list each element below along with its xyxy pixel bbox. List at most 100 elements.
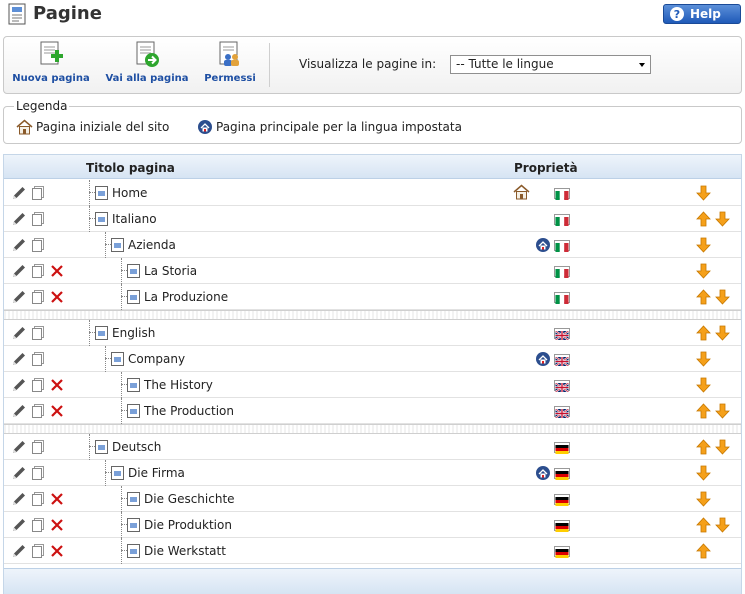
move-down-icon[interactable] [715,517,730,533]
move-up-icon[interactable] [696,403,711,419]
delete-icon[interactable] [49,263,65,279]
copy-icon[interactable] [30,517,46,533]
language-home-icon [535,465,551,484]
edit-icon[interactable] [11,465,27,481]
permissions-icon [219,41,239,66]
edit-icon[interactable] [11,185,27,201]
page-title-link[interactable]: Die Firma [128,466,185,480]
move-down-icon[interactable] [715,211,730,227]
table-row: The Production [4,398,741,424]
page-title-link[interactable]: Die Werkstatt [144,544,226,558]
move-down-icon[interactable] [696,491,711,507]
goto-page-button[interactable]: Vai alla pagina [104,40,190,84]
move-down-icon[interactable] [696,465,711,481]
page-title-link[interactable]: The Production [144,404,234,418]
tree-line [105,460,106,486]
move-up-icon[interactable] [696,439,711,455]
edit-icon[interactable] [11,351,27,367]
column-properties: Proprietà [514,161,578,175]
delete-icon[interactable] [49,517,65,533]
page-title-link[interactable]: The History [144,378,213,392]
copy-icon[interactable] [30,185,46,201]
edit-icon[interactable] [11,377,27,393]
table-row: Azienda [4,232,741,258]
move-down-icon[interactable] [715,325,730,341]
copy-icon[interactable] [30,491,46,507]
copy-icon[interactable] [30,211,46,227]
move-down-icon[interactable] [696,377,711,393]
move-up-icon[interactable] [696,289,711,305]
tree-line [89,434,90,460]
copy-icon[interactable] [30,465,46,481]
page-title-link[interactable]: Die Produktion [144,518,232,532]
move-down-icon[interactable] [696,185,711,201]
delete-icon[interactable] [49,543,65,559]
page-title-link[interactable]: Die Geschichte [144,492,235,506]
edit-icon[interactable] [11,517,27,533]
page-icon [127,544,140,558]
edit-icon[interactable] [11,211,27,227]
permissions-button[interactable]: Permessi [202,40,258,84]
pages-icon [8,3,26,25]
delete-icon[interactable] [49,377,65,393]
page-icon [127,264,140,278]
language-select[interactable]: -- Tutte le lingue [450,55,651,74]
british-flag-icon [554,380,570,393]
copy-icon[interactable] [30,377,46,393]
copy-icon[interactable] [30,351,46,367]
language-home-icon [198,120,212,134]
page-title-link[interactable]: La Storia [144,264,197,278]
move-down-icon[interactable] [715,403,730,419]
edit-icon[interactable] [11,543,27,559]
copy-icon[interactable] [30,237,46,253]
copy-icon[interactable] [30,439,46,455]
tree-line [121,398,122,424]
edit-icon[interactable] [11,263,27,279]
new-page-button[interactable]: Nuova pagina [12,40,90,84]
move-down-icon[interactable] [715,439,730,455]
page-title-link[interactable]: Azienda [128,238,176,252]
german-flag-icon [554,494,570,506]
move-down-icon[interactable] [696,237,711,253]
edit-icon[interactable] [11,237,27,253]
move-down-icon[interactable] [715,289,730,305]
page-title-link[interactable]: Italiano [112,212,157,226]
move-up-icon[interactable] [696,517,711,533]
page-icon [127,378,140,392]
edit-icon[interactable] [11,289,27,305]
tree-line [121,512,122,538]
delete-icon[interactable] [49,403,65,419]
move-up-icon[interactable] [696,211,711,227]
table-row: Company [4,346,741,372]
copy-icon[interactable] [30,325,46,341]
edit-icon[interactable] [11,325,27,341]
delete-icon[interactable] [49,289,65,305]
move-up-icon[interactable] [696,543,711,559]
page-icon [95,326,108,340]
move-down-icon[interactable] [696,351,711,367]
page-icon [127,492,140,506]
help-icon: ? [670,7,684,21]
delete-icon[interactable] [49,491,65,507]
edit-icon[interactable] [11,491,27,507]
goto-page-label: Vai alla pagina [105,73,189,84]
copy-icon[interactable] [30,263,46,279]
copy-icon[interactable] [30,543,46,559]
italian-flag-icon [554,214,570,226]
move-down-icon[interactable] [696,263,711,279]
copy-icon[interactable] [30,403,46,419]
move-up-icon[interactable] [696,325,711,341]
page-title-link[interactable]: Home [112,186,147,200]
help-button[interactable]: ? Help [663,4,741,24]
table-row: The History [4,372,741,398]
page-title-link[interactable]: Company [128,352,185,366]
page-title-link[interactable]: La Produzione [144,290,228,304]
edit-icon[interactable] [11,403,27,419]
edit-icon[interactable] [11,439,27,455]
pages-table: Titolo pagina Proprietà Home Italiano Azie… [3,154,742,594]
permissions-label: Permessi [204,73,256,84]
page-title-link[interactable]: Deutsch [112,440,161,454]
page-title-link[interactable]: English [112,326,155,340]
new-page-label: Nuova pagina [12,73,90,84]
copy-icon[interactable] [30,289,46,305]
